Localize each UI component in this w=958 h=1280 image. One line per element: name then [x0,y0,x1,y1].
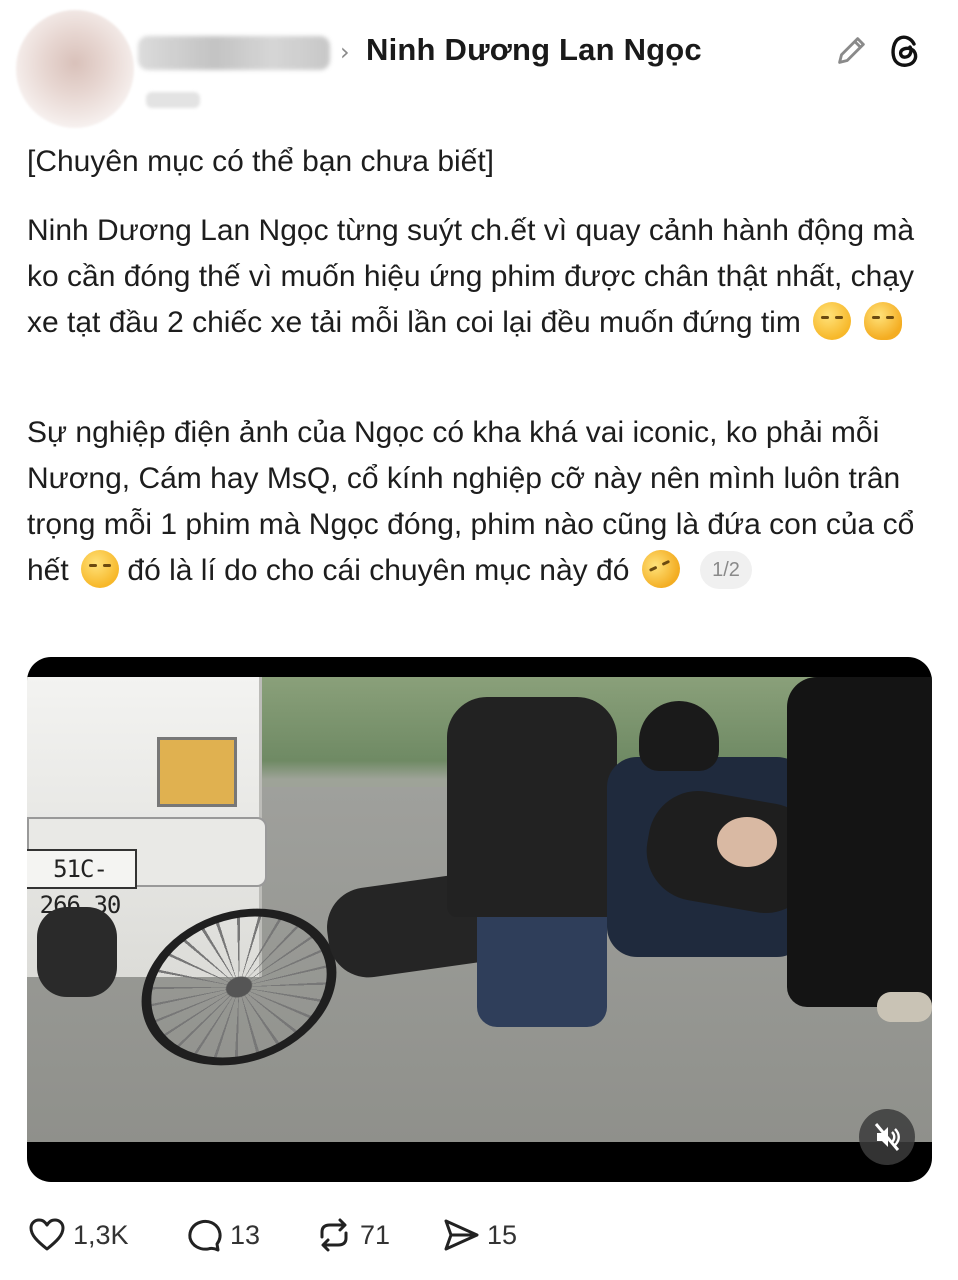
like-button[interactable]: 1,3K [27,1210,129,1260]
post-tag-line: [Chuyên mục có thể bạn chưa biết] [27,145,495,178]
repost-button[interactable]: 71 [314,1210,390,1260]
video-frame: 51C-266.30 [27,677,932,1142]
video-media[interactable]: 51C-266.30 [27,657,932,1182]
heart-icon [29,1218,65,1251]
rolling-laughing-emoji-icon [635,543,686,595]
repost-count: 71 [360,1219,391,1250]
comment-count: 13 [230,1219,261,1250]
comment-bubble-icon [188,1219,222,1252]
paragraph-2-text-b: đó là lí do cho cái chuyên mục này đó [127,554,630,587]
shoe [877,992,932,1022]
person-standing [787,677,932,1007]
paragraph-1-text: Ninh Dương Lan Ngọc từng suýt ch.ết vì q… [27,214,915,339]
pencil-icon[interactable] [832,32,870,70]
comment-button[interactable]: 13 [184,1210,260,1260]
truck-tire [37,907,117,997]
speaker-muted-icon[interactable] [859,1109,915,1165]
page-indicator: 1/2 [700,551,752,589]
melting-face-emoji-icon [863,302,902,340]
share-button[interactable]: 15 [441,1210,517,1260]
relieved-face-emoji-icon [81,550,120,588]
chevron-right-icon: › [340,38,350,66]
send-icon [444,1219,479,1251]
post-header: › Ninh Dương Lan Ngọc [0,0,958,128]
post-paragraph-2: Sự nghiệp điện ảnh của Ngọc có kha khá v… [27,410,927,595]
repost-icon [320,1218,348,1252]
like-count: 1,3K [73,1219,129,1250]
person-face [717,817,777,867]
action-bar: 1,3K 13 71 15 [27,1210,927,1260]
helmet [639,701,719,771]
avatar[interactable] [16,10,134,128]
post-paragraph-1: Ninh Dương Lan Ngọc từng suýt ch.ết vì q… [27,208,927,346]
blurred-timestamp [146,92,200,108]
truck-headlight [157,737,237,807]
license-plate: 51C-266.30 [27,849,137,919]
exhaling-face-emoji-icon [813,302,852,340]
blurred-username[interactable] [138,36,330,70]
reply-target-name[interactable]: Ninh Dương Lan Ngọc [366,32,702,68]
share-count: 15 [487,1219,518,1250]
threads-logo-icon[interactable] [884,30,926,72]
person-kneeling [447,697,617,917]
